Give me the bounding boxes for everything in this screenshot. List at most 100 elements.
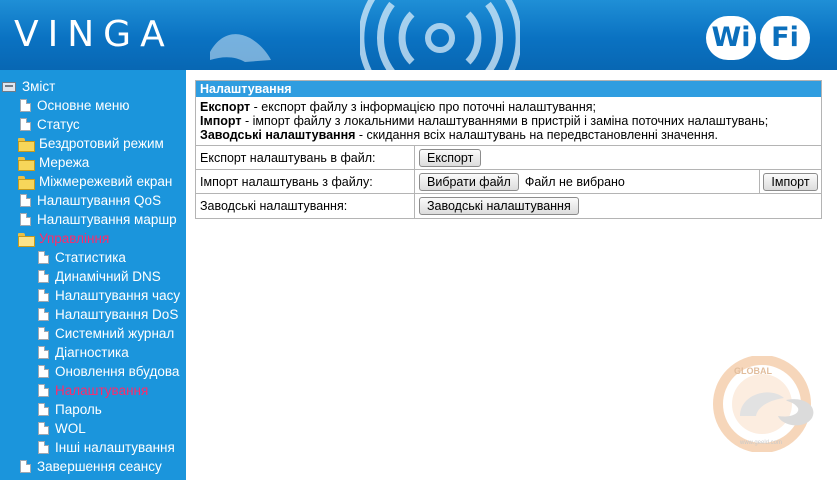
folder-icon — [18, 156, 35, 171]
export-label: Експорт налаштувань в файл: — [196, 146, 415, 169]
factory-reset-button[interactable]: Заводські налаштування — [419, 197, 579, 215]
export-control-cell: Експорт — [415, 146, 821, 169]
sidebar-item-firmware[interactable]: Оновлення вбудова — [38, 362, 179, 381]
desc-term: Імпорт — [200, 114, 242, 128]
document-icon — [38, 346, 49, 359]
brand-logo: VINGA — [14, 14, 174, 55]
document-icon — [20, 194, 31, 207]
sidebar-item-label: Завершення сеансу — [37, 459, 162, 474]
document-icon — [38, 270, 49, 283]
sidebar-item-password[interactable]: Пароль — [38, 400, 102, 419]
wireless-waves-decoration — [360, 0, 520, 70]
sidebar-item-label: Пароль — [55, 402, 102, 417]
sidebar-item-label: Налаштування часу — [55, 288, 181, 303]
import-row: Імпорт налаштувань з файлу: Вибрати файл… — [196, 170, 821, 194]
sidebar-item-label: Діагностика — [55, 345, 129, 360]
sidebar-item-wireless[interactable]: Бездротовий режим — [18, 134, 164, 153]
wifi-logo: Wi Fi — [706, 16, 810, 60]
sidebar-item-syslog[interactable]: Системний журнал — [38, 324, 174, 343]
hands-decoration — [210, 34, 271, 62]
choose-file-button[interactable]: Вибрати файл — [419, 172, 519, 191]
sidebar-item-label: Зміст — [22, 79, 56, 94]
document-icon — [38, 403, 49, 416]
sidebar-item-label: Налаштування DoS — [55, 307, 179, 322]
sidebar-item-label: WOL — [55, 421, 86, 436]
sidebar-item-management[interactable]: Управління — [18, 229, 109, 248]
desc-text: - імпорт файлу з локальними налаштування… — [241, 114, 769, 128]
sidebar-item-logout[interactable]: Завершення сеансу — [20, 457, 162, 476]
document-icon — [38, 251, 49, 264]
sidebar-item-time[interactable]: Налаштування часу — [38, 286, 180, 305]
sidebar-item-qos[interactable]: Налаштування QoS — [20, 191, 161, 210]
sidebar-item-other-settings[interactable]: Інші налаштування — [38, 438, 175, 457]
sidebar-item-main-menu[interactable]: Основне меню — [20, 96, 129, 115]
desc-import: Імпорт - імпорт файлу з локальними налаш… — [200, 114, 817, 128]
document-icon — [20, 99, 31, 112]
sidebar-item-firewall[interactable]: Міжмережевий екран — [18, 172, 172, 191]
sidebar-item-label: Динамічний DNS — [55, 269, 161, 284]
sidebar-item-status[interactable]: Статус — [20, 115, 80, 134]
sidebar-item-label: Управління — [39, 231, 110, 246]
sidebar-item-label: Системний журнал — [55, 326, 175, 341]
root-icon — [2, 81, 16, 92]
folder-icon — [18, 137, 35, 152]
sidebar-item-diagnostics[interactable]: Діагностика — [38, 343, 129, 362]
document-icon — [20, 213, 31, 226]
header-banner: VINGA Wi Fi — [0, 0, 837, 70]
sidebar-item-label: Оновлення вбудова — [55, 364, 180, 379]
export-row: Експорт налаштувань в файл: Експорт — [196, 146, 821, 170]
desc-export: Експорт - експорт файлу з інформацією пр… — [200, 100, 817, 114]
sidebar-item-label: Мережа — [39, 155, 90, 170]
sidebar-item-settings[interactable]: Налаштування — [38, 381, 148, 400]
document-icon — [38, 441, 49, 454]
factory-label: Заводські налаштування: — [196, 194, 415, 218]
desc-text: - скидання всіх налаштувань на передвста… — [355, 128, 718, 142]
sidebar-item-label: Міжмережевий екран — [39, 174, 173, 189]
sidebar-nav: Зміст Основне меню Статус Бездротовий ре… — [0, 70, 186, 480]
watermark-text: GLOBAL — [734, 366, 772, 376]
sidebar-item-label: Налаштування QoS — [37, 193, 162, 208]
document-icon — [38, 365, 49, 378]
document-icon — [38, 384, 49, 397]
sidebar-item-label: Бездротовий режим — [39, 136, 164, 151]
desc-factory: Заводські налаштування - скидання всіх н… — [200, 128, 817, 142]
file-status: Файл не вибрано — [524, 174, 625, 189]
wifi-logo-left: Wi — [706, 16, 756, 60]
folder-icon — [18, 175, 35, 190]
import-label: Імпорт налаштувань з файлу: — [196, 170, 415, 193]
sidebar-item-network[interactable]: Мережа — [18, 153, 89, 172]
sidebar-item-contents[interactable]: Зміст — [2, 77, 55, 96]
sidebar-item-wol[interactable]: WOL — [38, 419, 86, 438]
factory-row: Заводські налаштування: Заводські налашт… — [196, 194, 821, 218]
sidebar-item-label: Основне меню — [37, 98, 130, 113]
folder-open-icon — [18, 232, 35, 247]
document-icon — [38, 422, 49, 435]
export-button[interactable]: Експорт — [419, 148, 482, 167]
document-icon — [20, 460, 31, 473]
sidebar-item-label: Статистика — [55, 250, 126, 265]
factory-control-cell: Заводські налаштування — [415, 194, 821, 218]
document-icon — [38, 308, 49, 321]
document-icon — [20, 118, 31, 131]
sidebar-item-ddns[interactable]: Динамічний DNS — [38, 267, 161, 286]
wifi-logo-right: Fi — [760, 16, 810, 60]
sidebar-item-label: Статус — [37, 117, 80, 132]
sidebar-item-label: Налаштування маршр — [37, 212, 177, 227]
document-icon — [38, 327, 49, 340]
sidebar-item-label: Інші налаштування — [55, 440, 175, 455]
watermark-logo: GLOBAL www.geeld.com — [713, 356, 814, 452]
settings-panel: Налаштування Експорт - експорт файлу з і… — [195, 80, 822, 219]
sidebar-item-routing[interactable]: Налаштування маршр — [20, 210, 177, 229]
panel-description: Експорт - експорт файлу з інформацією пр… — [196, 97, 821, 146]
watermark-url: www.geeld.com — [739, 440, 782, 446]
sidebar-item-label: Налаштування — [55, 383, 149, 398]
document-icon — [38, 289, 49, 302]
import-button[interactable]: Імпорт — [763, 172, 818, 191]
sidebar-item-statistics[interactable]: Статистика — [38, 248, 126, 267]
desc-text: - експорт файлу з інформацією про поточн… — [250, 100, 596, 114]
panel-title: Налаштування — [196, 81, 821, 97]
import-file-cell: Вибрати файл Файл не вибрано — [415, 170, 759, 193]
import-button-cell: Імпорт — [759, 170, 821, 193]
desc-term: Експорт — [200, 100, 251, 114]
sidebar-item-dos[interactable]: Налаштування DoS — [38, 305, 178, 324]
